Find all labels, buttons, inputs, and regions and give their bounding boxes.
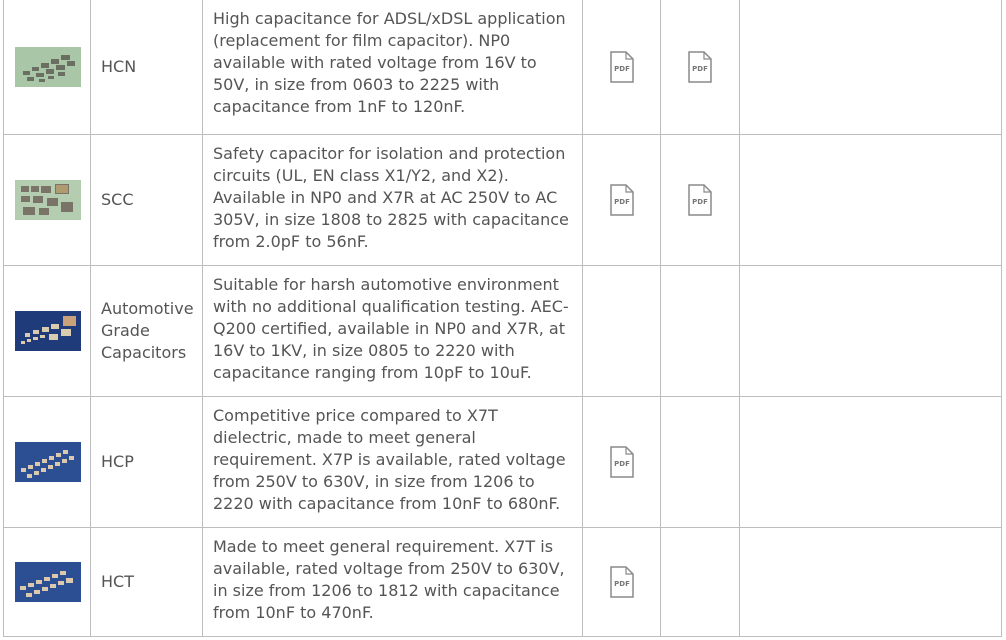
product-description-cell: Competitive price compared to X7T dielec… bbox=[203, 397, 583, 527]
svg-text:PDF: PDF bbox=[614, 460, 630, 468]
product-name-cell: HCP bbox=[91, 397, 203, 527]
hcn-product-image bbox=[15, 47, 81, 87]
product-name-cell: HCN bbox=[91, 0, 203, 134]
svg-text:PDF: PDF bbox=[614, 65, 630, 73]
product-name-cell: HCT bbox=[91, 528, 203, 636]
datasheet-cell: PDF bbox=[583, 528, 661, 636]
product-description: Made to meet general requirement. X7T is… bbox=[213, 537, 565, 622]
table-row: SCC Safety capacitor for isolation and p… bbox=[3, 135, 1002, 266]
product-name-cell: Automotive Grade Capacitors bbox=[91, 266, 203, 396]
table-row: HCT Made to meet general requirement. X7… bbox=[3, 528, 1002, 637]
product-image-cell bbox=[3, 135, 91, 265]
empty-cell bbox=[740, 528, 1002, 636]
table-row: HCP Competitive price compared to X7T di… bbox=[3, 397, 1002, 528]
product-description-cell: Suitable for harsh automotive environmen… bbox=[203, 266, 583, 396]
product-name: HCN bbox=[101, 57, 137, 76]
product-description-cell: Safety capacitor for isolation and prote… bbox=[203, 135, 583, 265]
product-description: Safety capacitor for isolation and prote… bbox=[213, 144, 569, 251]
empty-cell bbox=[740, 266, 1002, 396]
pdf-document-icon[interactable]: PDF bbox=[609, 566, 634, 598]
catalog-cell bbox=[661, 528, 740, 636]
svg-text:PDF: PDF bbox=[614, 580, 630, 588]
catalog-cell bbox=[661, 266, 740, 396]
table-row: Automotive Grade Capacitors Suitable for… bbox=[3, 266, 1002, 397]
product-description: Competitive price compared to X7T dielec… bbox=[213, 406, 566, 513]
product-name: HCT bbox=[101, 572, 134, 591]
automotive-product-image bbox=[15, 311, 81, 351]
product-table: HCN High capacitance for ADSL/xDSL appli… bbox=[0, 0, 1006, 640]
product-description-cell: Made to meet general requirement. X7T is… bbox=[203, 528, 583, 636]
datasheet-cell: PDF bbox=[583, 397, 661, 527]
catalog-cell: PDF bbox=[661, 0, 740, 134]
product-description: Suitable for harsh automotive environmen… bbox=[213, 275, 569, 382]
pdf-document-icon[interactable]: PDF bbox=[609, 446, 634, 478]
catalog-cell bbox=[661, 397, 740, 527]
pdf-document-icon[interactable]: PDF bbox=[688, 184, 712, 216]
empty-cell bbox=[740, 135, 1002, 265]
pdf-document-icon[interactable]: PDF bbox=[609, 51, 634, 83]
hct-product-image bbox=[15, 562, 81, 602]
product-name: HCP bbox=[101, 452, 134, 471]
product-description: High capacitance for ADSL/xDSL applicati… bbox=[213, 9, 566, 116]
pdf-document-icon[interactable]: PDF bbox=[688, 51, 712, 83]
datasheet-cell: PDF bbox=[583, 0, 661, 134]
product-name: Automotive Grade Capacitors bbox=[101, 299, 194, 362]
empty-cell bbox=[740, 397, 1002, 527]
datasheet-cell: PDF bbox=[583, 135, 661, 265]
scc-product-image bbox=[15, 180, 81, 220]
pdf-document-icon[interactable]: PDF bbox=[609, 184, 634, 216]
product-image-cell bbox=[3, 397, 91, 527]
svg-text:PDF: PDF bbox=[692, 198, 708, 206]
datasheet-cell bbox=[583, 266, 661, 396]
product-name-cell: SCC bbox=[91, 135, 203, 265]
product-image-cell bbox=[3, 528, 91, 636]
product-description-cell: High capacitance for ADSL/xDSL applicati… bbox=[203, 0, 583, 134]
product-name: SCC bbox=[101, 190, 134, 209]
catalog-cell: PDF bbox=[661, 135, 740, 265]
svg-text:PDF: PDF bbox=[614, 198, 630, 206]
hcp-product-image bbox=[15, 442, 81, 482]
svg-text:PDF: PDF bbox=[692, 65, 708, 73]
table-row: HCN High capacitance for ADSL/xDSL appli… bbox=[3, 0, 1002, 135]
product-image-cell bbox=[3, 266, 91, 396]
empty-cell bbox=[740, 0, 1002, 134]
product-image-cell bbox=[3, 0, 91, 134]
